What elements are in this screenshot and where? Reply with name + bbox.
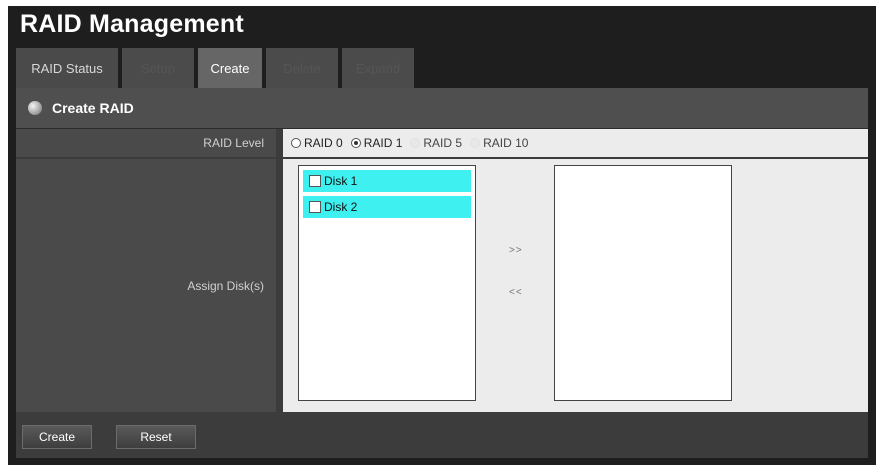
create-button[interactable]: Create: [22, 425, 92, 449]
disk-2-checkbox[interactable]: [309, 201, 321, 213]
raid-level-label-text: RAID Level: [203, 136, 264, 150]
raid-1-label: RAID 1: [363, 136, 403, 150]
raid-0-label: RAID 0: [304, 136, 343, 150]
raid-level-options: RAID 0 RAID 1 RAID 5 RAID 10: [283, 129, 868, 157]
tab-create[interactable]: Create: [198, 48, 262, 88]
disk-item-2[interactable]: Disk 2: [303, 196, 471, 218]
panel-footer: Create Reset: [16, 415, 868, 458]
available-disks-list[interactable]: Disk 1 Disk 2: [298, 165, 476, 401]
disk-1-checkbox[interactable]: [309, 175, 321, 187]
page-title: RAID Management: [20, 10, 244, 38]
assign-disks-area: Disk 1 Disk 2 >> <<: [283, 159, 868, 412]
tab-bar: RAID Status Setup Create Delete Expand: [16, 48, 418, 88]
panel-header: Create RAID: [16, 88, 868, 129]
selected-disks-list[interactable]: [554, 165, 732, 401]
raid-1-radio[interactable]: [350, 138, 361, 148]
raid-10-option: RAID 10: [470, 136, 528, 150]
raid-5-option: RAID 5: [410, 136, 462, 150]
raid-1-option[interactable]: RAID 1: [350, 136, 403, 150]
remove-disk-button[interactable]: <<: [509, 287, 523, 298]
disk-item-1[interactable]: Disk 1: [303, 170, 471, 192]
tab-expand: Expand: [342, 48, 414, 88]
tab-delete: Delete: [266, 48, 338, 88]
assign-disks-label: Assign Disk(s): [16, 159, 276, 412]
disk-1-label: Disk 1: [324, 174, 358, 188]
raid-0-option[interactable]: RAID 0: [291, 136, 343, 150]
raid-5-radio: [410, 138, 421, 148]
assign-disks-label-text: Assign Disk(s): [187, 278, 264, 293]
panel-title: Create RAID: [52, 100, 134, 116]
raid-level-label: RAID Level: [16, 129, 276, 157]
raid-0-radio[interactable]: [291, 138, 301, 148]
raid-management-window: RAID Management RAID Status Setup Create…: [8, 6, 876, 465]
disk-2-label: Disk 2: [324, 200, 358, 214]
bullet-icon: [28, 101, 42, 115]
raid-10-radio: [470, 138, 481, 148]
reset-button[interactable]: Reset: [116, 425, 196, 449]
tab-raid-status[interactable]: RAID Status: [16, 48, 118, 88]
create-raid-panel: Create RAID RAID Level RAID 0 RAID 1 RAI…: [16, 88, 868, 458]
raid-level-radio-group: RAID 0 RAID 1 RAID 5 RAID 10: [283, 129, 868, 157]
raid-5-label: RAID 5: [423, 136, 463, 150]
tab-setup: Setup: [122, 48, 194, 88]
add-disk-button[interactable]: >>: [509, 245, 523, 256]
raid-10-label: RAID 10: [483, 136, 529, 150]
